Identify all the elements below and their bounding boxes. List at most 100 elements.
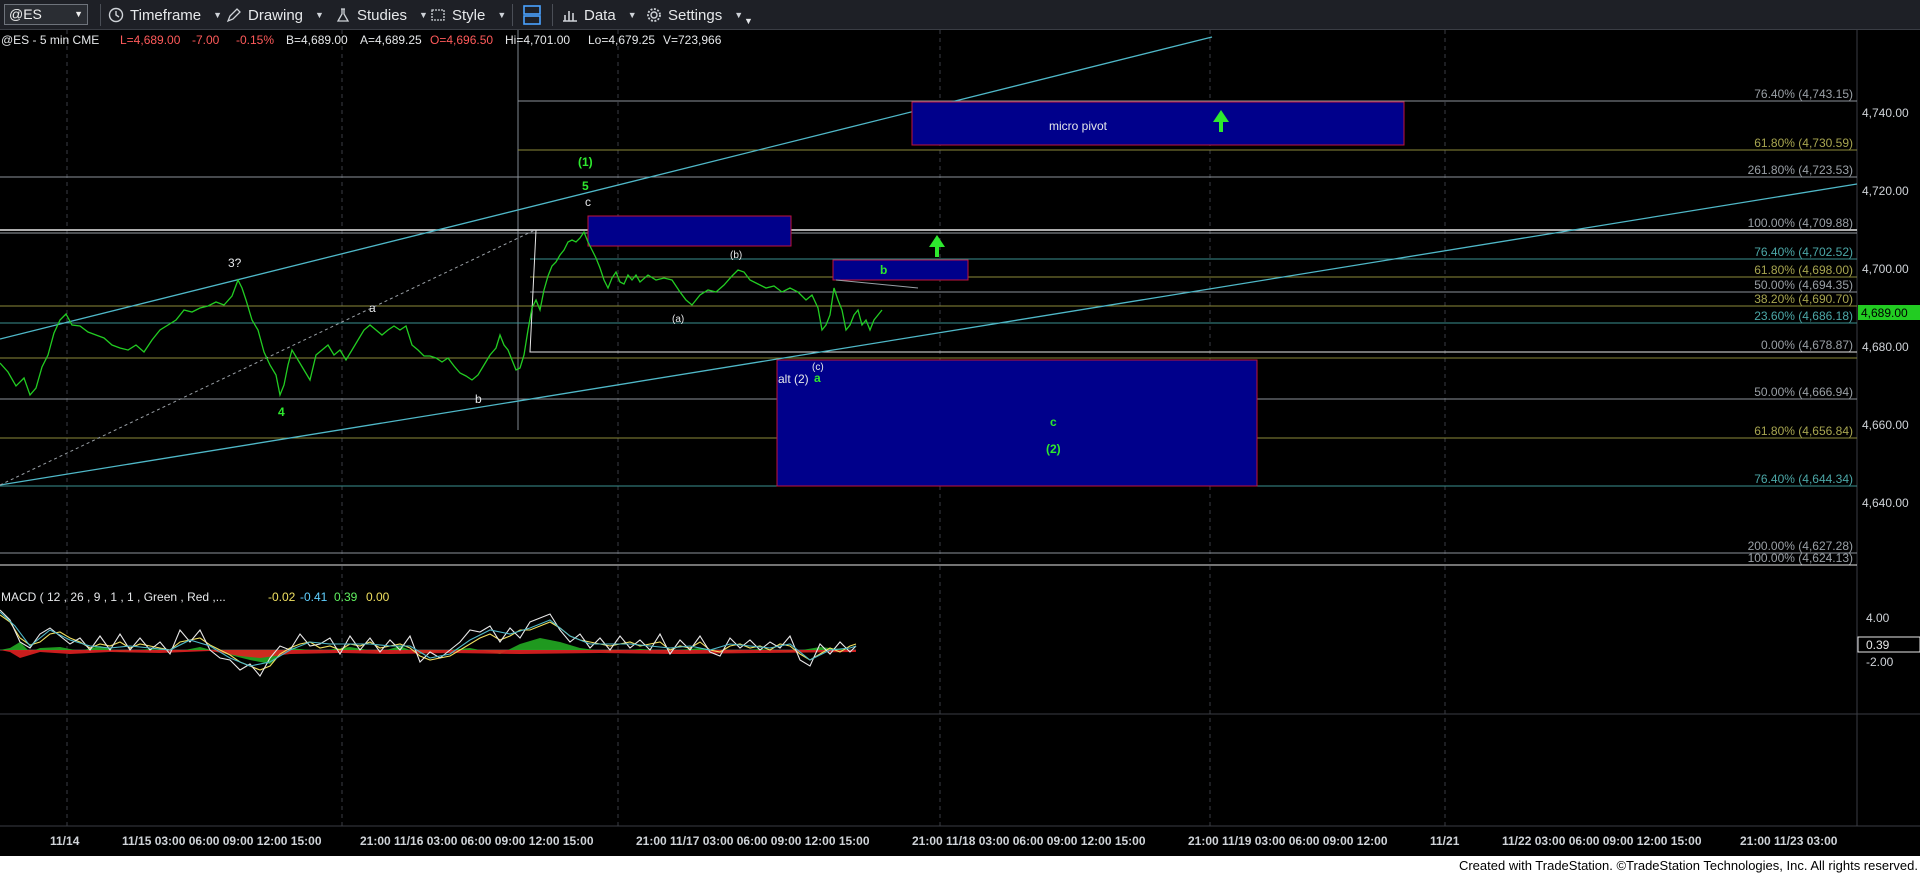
price-chart[interactable]: @ES - 5 min CME L=4,689.00 -7.00 -0.15% …: [0, 30, 1920, 856]
toolbar-divider: [512, 4, 513, 26]
time-axis-label: 21:00 11/23 03:00: [1740, 834, 1838, 848]
wave-2-box[interactable]: [776, 359, 1258, 487]
time-axis-label: 21:00 11/18 03:00 06:00 09:00 12:00 15:0…: [912, 834, 1146, 848]
wave-label: 5: [582, 179, 589, 193]
open: O=4,696.50: [430, 33, 493, 47]
micro-pivot-box[interactable]: [911, 101, 1405, 146]
time-axis-label: 11/22 03:00 06:00 09:00 12:00 15:00: [1502, 834, 1702, 848]
symbol-info: @ES - 5 min CME: [1, 33, 99, 47]
time-axis-label: 21:00 11/17 03:00 06:00 09:00 12:00 15:0…: [636, 834, 870, 848]
fib-label: 0.00% (4,678.87): [1761, 338, 1853, 352]
wave-label: (b): [730, 250, 742, 261]
studies-label: Studies: [357, 6, 408, 24]
low: Lo=4,679.25: [588, 33, 655, 47]
fib-label: 50.00% (4,694.35): [1754, 278, 1853, 292]
layout-icon: [523, 5, 541, 25]
macd-value: -0.41: [300, 590, 328, 604]
wave-b-box[interactable]: [832, 259, 969, 281]
toolbar-divider: [100, 4, 101, 26]
style-button[interactable]: Style ▼: [430, 4, 506, 26]
wave-label: alt (2): [778, 372, 809, 386]
fib-label: 61.80% (4,698.00): [1754, 263, 1853, 277]
fib-label: 100.00% (4,624.13): [1748, 551, 1853, 565]
fib-label: 76.40% (4,644.34): [1754, 472, 1853, 486]
micro-pivot-label: micro pivot: [1049, 119, 1108, 133]
clock-icon: [108, 7, 124, 23]
change-pct: -0.15%: [236, 33, 274, 47]
ask: A=4,689.25: [360, 33, 422, 47]
wave-label: (a): [672, 314, 684, 325]
wave-label: b: [880, 263, 887, 277]
macd-title: MACD ( 12 , 26 , 9 , 1 , 1 , Green , Red…: [1, 590, 226, 604]
fib-label: 61.80% (4,730.59): [1754, 136, 1853, 150]
symbol-value: @ES: [9, 6, 42, 22]
chevron-down-icon: ▼: [315, 10, 324, 20]
timeframe-label: Timeframe: [130, 6, 202, 24]
chevron-down-icon: ▼: [627, 10, 637, 20]
timeframe-button[interactable]: Timeframe ▼: [108, 4, 222, 26]
macd-axis-tick: -2.00: [1866, 655, 1894, 669]
chevron-down-icon: ▼: [213, 10, 223, 20]
macd-value: 0.39: [334, 590, 358, 604]
overflow-menu[interactable]: ▼: [744, 10, 753, 32]
time-axis-label: 11/15 03:00 06:00 09:00 12:00 15:00: [122, 834, 322, 848]
price-tick: 4,720.00: [1862, 184, 1909, 198]
price-tick: 4,660.00: [1862, 418, 1909, 432]
current-price: 4,689.00: [1861, 306, 1908, 320]
gear-icon: [647, 8, 661, 22]
change: -7.00: [192, 33, 220, 47]
flask-icon: [336, 8, 350, 22]
drawing-label: Drawing: [248, 6, 304, 24]
style-icon: [431, 9, 445, 21]
volume: V=723,966: [663, 33, 722, 47]
wave-c-box[interactable]: [587, 215, 792, 247]
price-tick: 4,640.00: [1862, 496, 1909, 510]
fib-label: 261.80% (4,723.53): [1748, 163, 1853, 177]
chevron-down-icon: ▼: [419, 10, 428, 20]
time-axis-label: 11/21: [1430, 834, 1460, 848]
layout-button[interactable]: [521, 4, 549, 26]
wave-label: (1): [578, 155, 593, 169]
macd-axis-tick: 4.00: [1866, 611, 1890, 625]
pencil-icon: [226, 8, 241, 23]
wave-label: b: [475, 392, 482, 406]
toolbar-divider: [552, 4, 553, 26]
chevron-down-icon[interactable]: ▼: [74, 5, 83, 24]
chevron-down-icon: ▼: [497, 10, 507, 20]
drawing-button[interactable]: Drawing ▼: [226, 4, 324, 26]
fib-label: 38.20% (4,690.70): [1754, 292, 1853, 306]
wave-label: 3?: [228, 256, 242, 270]
time-axis-label: 11/14: [50, 834, 80, 848]
studies-button[interactable]: Studies ▼: [335, 4, 428, 26]
chevron-down-icon: ▼: [734, 10, 744, 20]
macd-current: 0.39: [1866, 638, 1890, 652]
fib-label: 50.00% (4,666.94): [1754, 385, 1853, 399]
toolbar: @ES ▼ Timeframe ▼ Drawing ▼ Studies ▼ St…: [0, 0, 1920, 30]
time-axis-label: 21:00 11/16 03:00 06:00 09:00 12:00 15:0…: [360, 834, 594, 848]
wave-label: c: [585, 195, 591, 209]
high: Hi=4,701.00: [505, 33, 570, 47]
wave-label: a: [814, 371, 821, 385]
time-axis-label: 21:00 11/19 03:00 06:00 09:00 12:00: [1188, 834, 1388, 848]
symbol-input[interactable]: @ES ▼: [4, 4, 88, 25]
settings-label: Settings: [668, 6, 723, 24]
price-tick: 4,740.00: [1862, 106, 1909, 120]
wave-label: a: [369, 301, 376, 315]
last-price: L=4,689.00: [120, 33, 181, 47]
style-label: Style: [452, 6, 486, 24]
bar-chart-icon: [563, 11, 577, 22]
fib-label: 100.00% (4,709.88): [1748, 216, 1853, 230]
fib-label: 61.80% (4,656.84): [1754, 424, 1853, 438]
data-label: Data: [584, 6, 616, 24]
fib-label: 23.60% (4,686.18): [1754, 309, 1853, 323]
bid: B=4,689.00: [286, 33, 348, 47]
fib-label: 76.40% (4,702.52): [1754, 245, 1853, 259]
price-tick: 4,680.00: [1862, 340, 1909, 354]
wave-label: (2): [1046, 442, 1061, 456]
macd-value: -0.02: [268, 590, 296, 604]
data-button[interactable]: Data ▼: [562, 4, 637, 26]
settings-button[interactable]: Settings ▼: [646, 4, 743, 26]
wave-label: 4: [278, 405, 285, 419]
copyright-footer: Created with TradeStation. ©TradeStation…: [0, 856, 1920, 876]
macd-value: 0.00: [366, 590, 390, 604]
